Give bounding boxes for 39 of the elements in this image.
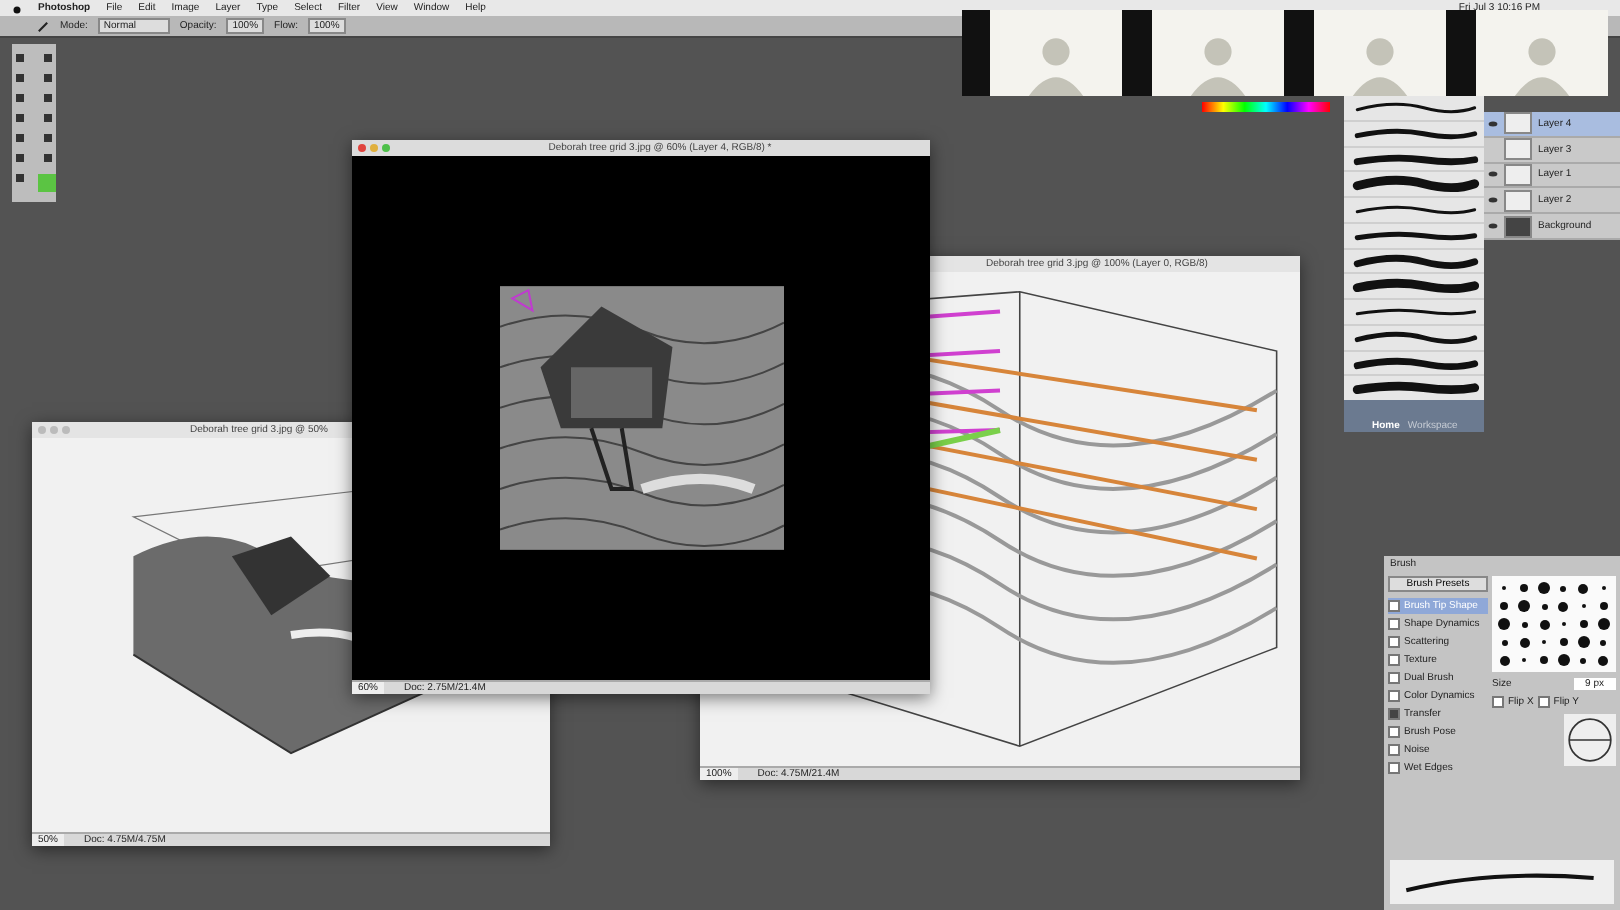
brush-stroke-preset[interactable] [1344, 376, 1484, 400]
checkbox[interactable] [1388, 726, 1400, 738]
checkbox[interactable] [1388, 618, 1400, 630]
foreground-color-swatch[interactable] [38, 174, 56, 192]
layer-thumbnail [1504, 215, 1532, 238]
brush-stroke-preset[interactable] [1344, 300, 1484, 324]
eye-icon[interactable] [1488, 119, 1498, 128]
brush-stroke-preset[interactable] [1344, 223, 1484, 247]
checkbox[interactable] [1388, 690, 1400, 702]
brush-stroke-preset[interactable] [1344, 249, 1484, 273]
eye-icon[interactable] [1488, 196, 1498, 205]
brush-stroke-preset[interactable] [1344, 274, 1484, 298]
checkbox[interactable] [1492, 696, 1504, 708]
checkbox[interactable] [1388, 762, 1400, 774]
eye-icon[interactable] [1488, 170, 1498, 179]
checkbox[interactable] [1388, 654, 1400, 666]
brush-tool-icon[interactable] [36, 19, 50, 33]
checkbox[interactable] [1388, 636, 1400, 648]
checkbox[interactable] [1388, 744, 1400, 756]
brush-tip-grid[interactable] [1492, 576, 1616, 672]
brush-stroke-preset[interactable] [1344, 96, 1484, 120]
checkbox[interactable] [1388, 600, 1400, 612]
layer-thumbnail [1504, 163, 1532, 186]
checkbox[interactable] [1388, 708, 1400, 720]
brush-stroke-preset[interactable] [1344, 351, 1484, 375]
apple-icon[interactable] [12, 3, 22, 13]
brush-stroke-preset[interactable] [1344, 147, 1484, 171]
checkbox[interactable] [1537, 696, 1550, 708]
layer-thumbnail [1504, 189, 1532, 212]
brush-stroke-preset[interactable] [1344, 325, 1484, 349]
checkbox[interactable] [1388, 672, 1400, 684]
brush-stroke-preset[interactable] [1344, 172, 1484, 196]
brush-stroke-preset[interactable] [1344, 121, 1484, 145]
eye-icon[interactable] [1488, 222, 1498, 231]
brush-angle-icon[interactable] [1564, 714, 1616, 766]
brush-stroke-preset[interactable] [1344, 198, 1484, 222]
layer-thumbnail [1504, 112, 1532, 135]
color-spectrum[interactable] [1202, 102, 1330, 112]
layer-thumbnail [1504, 138, 1532, 161]
